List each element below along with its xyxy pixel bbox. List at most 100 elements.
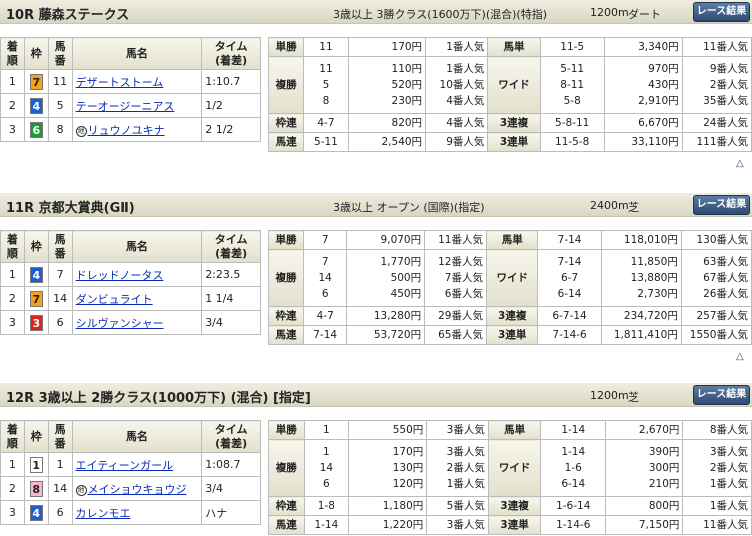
horse-number-cell: 1 [47, 452, 73, 477]
rank-cell: 2 [0, 286, 25, 311]
frame-cell: 7 [23, 69, 49, 94]
horse-name-link[interactable]: カレンモエ [76, 507, 131, 520]
payout-cell: 7-14 [537, 230, 602, 250]
payout-label: 複勝 [268, 439, 305, 497]
horse-number-cell: 6 [47, 310, 73, 335]
payout-line: 390円 [648, 446, 680, 458]
col-name-header: 馬名 [71, 420, 203, 453]
frame-badge: 4 [29, 504, 43, 521]
time-cell: 1/2 [201, 93, 261, 118]
payout-cell-multi: 110円 520円 230円 [347, 56, 427, 114]
race-result-button[interactable]: レース結果 [693, 2, 750, 22]
payout-cell: 3,340円 [603, 37, 683, 57]
horse-name-link[interactable]: リュウノユキナ [88, 124, 165, 137]
horse-name-cell: シルヴァンシャー [71, 310, 203, 335]
payout-cell: 1-14-6 [540, 515, 607, 535]
table-row: 3 3 6 シルヴァンシャー 3/4 [0, 310, 261, 335]
payout-cell: 800円 [605, 496, 684, 516]
horse-name-link[interactable]: エイティーンガール [76, 459, 174, 472]
rank-cell: 1 [0, 69, 25, 94]
payout-cell-multi: 1 14 6 [303, 439, 350, 497]
col-time-header: タイム (着差) [201, 37, 261, 70]
payout-label: 馬単 [487, 420, 542, 440]
payout-line: 170円 [392, 446, 424, 458]
table-row: 1 7 11 デザートストーム 1:10.7 [0, 69, 261, 94]
payout-cell: 1番人気 [682, 496, 752, 516]
payout-cell: 1番人気 [425, 37, 489, 57]
payout-cell: 8番人気 [682, 420, 752, 440]
payout-line: 300円 [648, 462, 680, 474]
payout-cell: 130番人気 [680, 230, 752, 250]
horse-name-link[interactable]: デザートストーム [76, 76, 164, 89]
frame-cell: 1 [23, 452, 49, 477]
horse-name-link[interactable]: テーオージーニアス [76, 100, 175, 113]
payout-line: 4番人気 [446, 95, 485, 107]
payout-line: 450円 [390, 288, 422, 300]
payout-label: 枠連 [268, 306, 304, 326]
payout-label: 馬連 [268, 515, 305, 535]
col-name-header: 馬名 [71, 37, 203, 70]
payout-line: 2番人気 [709, 79, 748, 91]
payout-label: 複勝 [268, 249, 304, 307]
horse-number-cell: 6 [47, 500, 73, 525]
payout-line: 5-8 [563, 95, 581, 107]
col-frame-header: 枠 [23, 420, 49, 453]
race-result-button[interactable]: レース結果 [693, 195, 750, 215]
results-table: 着 順 枠 馬 番 馬名 タイム (着差) 1 4 7 ドレッドノータス 2:2… [0, 230, 261, 335]
payout-line: 430円 [648, 79, 679, 91]
race-result-button[interactable]: レース結果 [693, 385, 750, 405]
payout-cell: 33,110円 [603, 132, 683, 152]
payout-cell: 4-7 [303, 113, 349, 133]
payout-table: 単勝 11 170円 1番人気 馬単 11-5 3,340円 11番人気 複勝 11 5 8 110円… [267, 37, 752, 152]
payout-line: 8 [322, 95, 330, 107]
payout-cell-multi: 970円 430円 2,910円 [603, 56, 683, 114]
payout-label: 馬連 [267, 132, 305, 152]
horse-name-link[interactable]: ダンビュライト [76, 293, 153, 306]
payout-line: 9番人気 [709, 63, 748, 75]
payout-line: 8-11 [560, 79, 585, 91]
payout-label: 単勝 [267, 37, 305, 57]
payout-cell: 3番人気 [426, 420, 489, 440]
rank-cell: 3 [0, 117, 25, 142]
payout-cell: 13,280円 [346, 306, 426, 326]
payout-line: 67番人気 [703, 272, 748, 284]
payout-line: 120円 [392, 478, 424, 490]
rank-cell: 2 [0, 93, 25, 118]
payout-line: 500円 [390, 272, 422, 284]
payout-label: 枠連 [267, 113, 305, 133]
payout-cell: 9番人気 [425, 132, 489, 152]
horse-name-cell: デザートストーム [71, 69, 203, 94]
race-condition: 3歳以上 3勝クラス(1600万下)(混合)(特指) [333, 8, 548, 21]
table-row: 2 4 5 テーオージーニアス 1/2 [0, 93, 261, 118]
frame-badge: 7 [29, 290, 43, 307]
payout-cell: 5-8-11 [539, 113, 605, 133]
horse-name-link[interactable]: メイショウキョウジ [88, 483, 187, 496]
horse-name-cell: 地メイショウキョウジ [71, 476, 203, 501]
horse-name-link[interactable]: ドレッドノータス [76, 269, 164, 282]
horse-name-link[interactable]: シルヴァンシャー [76, 317, 164, 330]
rank-cell: 3 [0, 310, 25, 335]
table-row: 3 4 6 カレンモエ ハナ [0, 500, 261, 525]
horse-number-cell: 7 [47, 262, 73, 287]
payout-line: 110円 [391, 63, 423, 75]
payout-line: 10番人気 [439, 79, 485, 91]
back-to-top-icon[interactable]: △ [736, 351, 744, 362]
payout-cell: 118,010円 [600, 230, 682, 250]
payout-line: 6番人気 [444, 288, 483, 300]
time-cell: 3/4 [201, 476, 261, 501]
payout-cell: 3番人気 [426, 515, 489, 535]
time-cell: 1:10.7 [201, 69, 261, 94]
payout-line: 12番人気 [438, 256, 483, 268]
payout-cell: 24番人気 [681, 113, 752, 133]
race-condition: 3歳以上 オープン (国際)(指定) [333, 201, 485, 214]
race-distance: 1200m [590, 6, 629, 19]
col-frame-header: 枠 [23, 37, 49, 70]
payout-cell: 550円 [348, 420, 428, 440]
payout-cell-multi: 170円 130円 120円 [348, 439, 428, 497]
horse-name-cell: ドレッドノータス [71, 262, 203, 287]
back-to-top-icon[interactable]: △ [736, 158, 744, 169]
race-block: 10R 藤森ステークス 3歳以上 3勝クラス(1600万下)(混合)(特指) 1… [0, 0, 752, 170]
local-horse-mark-icon: 地 [75, 125, 87, 137]
payout-cell-multi: 1-14 1-6 6-14 [540, 439, 607, 497]
payout-label: 馬単 [485, 230, 539, 250]
